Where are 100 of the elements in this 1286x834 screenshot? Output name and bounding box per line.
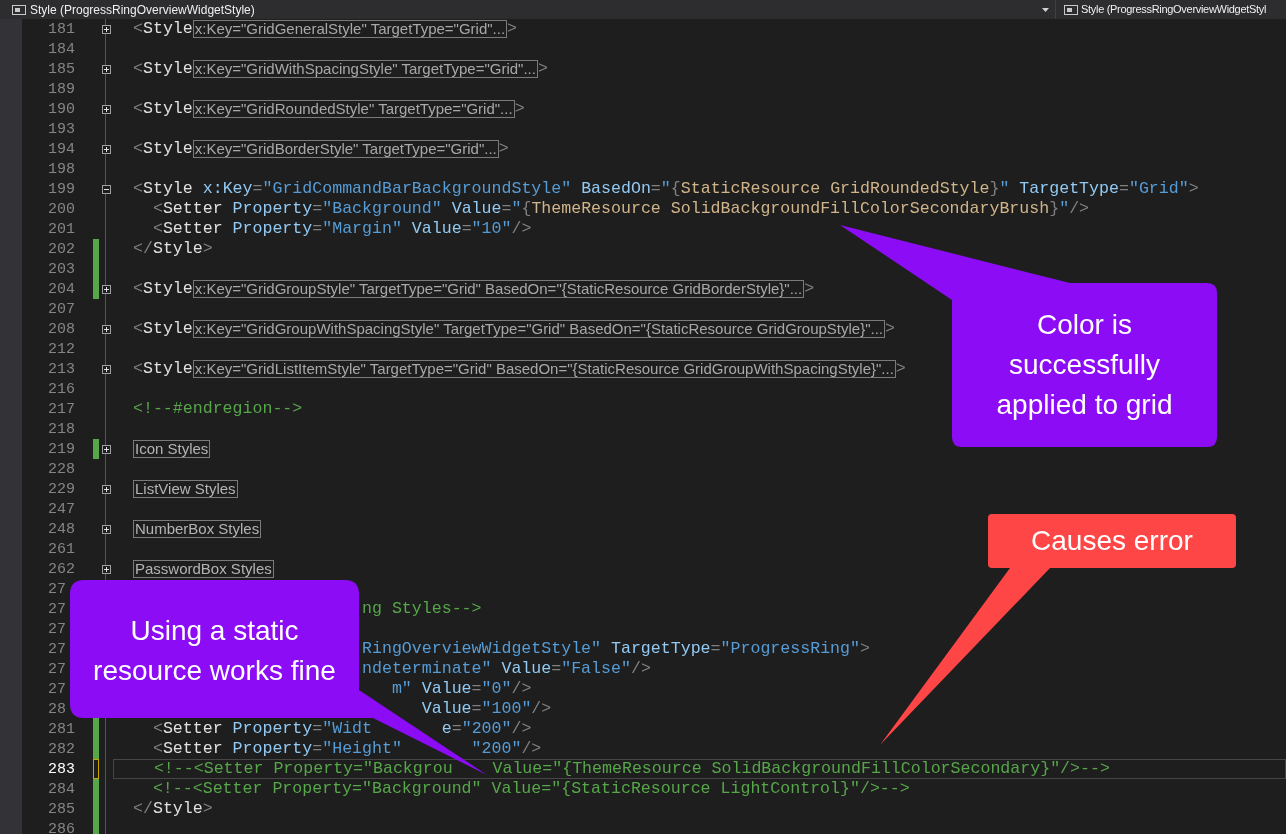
- line-number: 285: [48, 801, 75, 819]
- expand-icon[interactable]: [101, 484, 111, 494]
- code-text: <Style x:Key="GridCommandBarBackgroundStyle" BasedOn="{StaticResource GridRoundedStyle}" TargetType="Grid">: [133, 179, 1199, 199]
- expand-icon[interactable]: [101, 324, 111, 334]
- line-number: 218: [48, 421, 75, 439]
- line-number: 216: [48, 381, 75, 399]
- line-number: 27: [48, 641, 66, 659]
- document-icon: [1064, 4, 1078, 15]
- line-number: 229: [48, 481, 75, 499]
- line-number: 27: [48, 661, 66, 679]
- code-text: Value="100"/>: [421, 699, 552, 719]
- collapsed-code[interactable]: x:Key="GridWithSpacingStyle" TargetType="Grid"...: [192, 60, 538, 78]
- expand-icon[interactable]: [101, 524, 111, 534]
- code-text: ndeterminate" Value="False"/>: [362, 659, 651, 679]
- code-text: Value="{ThemeResource SolidBackgroundFillColorSecondary}"/>-->: [492, 759, 1110, 779]
- collapsed-code[interactable]: x:Key="GridGroupWithSpacingStyle" TargetType="Grid" BasedOn="{StaticResource GridGroupStyle}"...: [192, 320, 885, 338]
- code-text: <!--#endregion-->: [133, 399, 303, 419]
- code-text: </Style>: [133, 239, 213, 259]
- collapsed-region[interactable]: PasswordBox Styles: [133, 560, 274, 578]
- line-number: 203: [48, 261, 75, 279]
- code-text: <Style: [133, 319, 193, 339]
- line-number: 217: [48, 401, 75, 419]
- expand-icon[interactable]: [101, 64, 111, 74]
- code-text: e="200"/>: [441, 719, 532, 739]
- collapsed-region[interactable]: ListView Styles: [133, 480, 238, 498]
- code-text: >: [498, 139, 509, 159]
- expand-icon[interactable]: [101, 104, 111, 114]
- code-text: <Style: [133, 139, 193, 159]
- line-number: 199: [48, 181, 75, 199]
- code-text: <!--<Setter Property="Backgrou: [152, 759, 453, 779]
- line-number: 198: [48, 161, 75, 179]
- code-text: <Style: [133, 59, 193, 79]
- code-text: <Style: [133, 19, 193, 39]
- line-number: 185: [48, 61, 75, 79]
- expand-icon[interactable]: [101, 284, 111, 294]
- line-number: 181: [48, 21, 75, 39]
- line-number: 283: [48, 761, 75, 779]
- code-text: >: [514, 99, 525, 119]
- code-text: <Setter Property="Background" Value="{ThemeResource SolidBackgroundFillColorSecondaryBrush}"/>: [151, 199, 1090, 219]
- collapsed-code[interactable]: x:Key="GridRoundedStyle" TargetType="Grid"...: [192, 100, 515, 118]
- line-number: 248: [48, 521, 75, 539]
- line-number: 28: [48, 701, 66, 719]
- code-text: <!--<Setter Property="Background" Value="{StaticResource LightControl}"/>-->: [151, 779, 910, 799]
- line-number: 27: [48, 681, 66, 699]
- code-text: >: [507, 19, 518, 39]
- code-text: >: [895, 359, 906, 379]
- line-number: 228: [48, 461, 75, 479]
- line-number: 27: [48, 621, 66, 639]
- line-number: 208: [48, 321, 75, 339]
- expand-icon[interactable]: [101, 444, 111, 454]
- collapse-icon[interactable]: [101, 184, 111, 194]
- line-number: 201: [48, 221, 75, 239]
- line-number: 247: [48, 501, 75, 519]
- expand-icon[interactable]: [101, 364, 111, 374]
- line-number: 282: [48, 741, 75, 759]
- code-text: ng Styles-->: [362, 599, 482, 619]
- line-number: 200: [48, 201, 75, 219]
- line-number: 281: [48, 721, 75, 739]
- callout-text: Color is successfully applied to grid: [995, 308, 1174, 422]
- line-number: 213: [48, 361, 75, 379]
- caret-icon: [1042, 7, 1049, 12]
- line-number: 190: [48, 101, 75, 119]
- expand-icon[interactable]: [101, 144, 111, 154]
- expand-icon[interactable]: [101, 564, 111, 574]
- code-text: <Style: [133, 359, 193, 379]
- collapsed-region[interactable]: NumberBox Styles: [133, 520, 262, 538]
- code-text: m" Value="0"/>: [391, 679, 532, 699]
- line-number: 286: [48, 821, 75, 834]
- code-text: </Style>: [133, 799, 213, 819]
- member-dropdown[interactable]: Style (ProgressRingOverviewWidgetStyl: [1056, 0, 1286, 19]
- expand-icon[interactable]: [101, 24, 111, 34]
- scope-dropdown[interactable]: Style (ProgressRingOverviewWidgetStyle): [0, 0, 1055, 19]
- code-text: "200"/>: [471, 739, 542, 759]
- line-number: 284: [48, 781, 75, 799]
- line-number: 212: [48, 341, 75, 359]
- collapsed-region[interactable]: Icon Styles: [133, 440, 211, 458]
- collapsed-code[interactable]: x:Key="GridGroupStyle" TargetType="Grid" BasedOn="{StaticResource GridBorderStyle}"...: [192, 280, 805, 298]
- code-text: <Setter Property="Margin" Value="10"/>: [151, 219, 532, 239]
- callout-text: Using a static resource works fine: [92, 614, 337, 688]
- code-text: <Setter Property="Widt: [151, 719, 372, 739]
- callout-text: Causes error: [1030, 524, 1194, 558]
- collapsed-code[interactable]: x:Key="GridListItemStyle" TargetType="Grid" BasedOn="{StaticResource GridGroupWithSpacingStyle}"...: [192, 360, 896, 378]
- line-number: 189: [48, 81, 75, 99]
- line-number: 27: [48, 581, 66, 599]
- document-icon: [12, 4, 26, 15]
- line-number: 219: [48, 441, 75, 459]
- code-text: >: [537, 59, 548, 79]
- code-text: <Style: [133, 279, 193, 299]
- line-number: 27: [48, 601, 66, 619]
- line-number: 193: [48, 121, 75, 139]
- line-number: 262: [48, 561, 75, 579]
- line-number: 207: [48, 301, 75, 319]
- collapsed-code[interactable]: x:Key="GridBorderStyle" TargetType="Grid"...: [192, 140, 499, 158]
- line-number: 261: [48, 541, 75, 559]
- code-text: >: [885, 319, 895, 339]
- line-number: 184: [48, 41, 75, 59]
- code-text: <Setter Property="Height": [151, 739, 402, 759]
- code-text: >: [804, 279, 815, 299]
- line-number: 194: [48, 141, 75, 159]
- collapsed-code[interactable]: x:Key="GridGeneralStyle" TargetType="Grid"...: [192, 20, 508, 38]
